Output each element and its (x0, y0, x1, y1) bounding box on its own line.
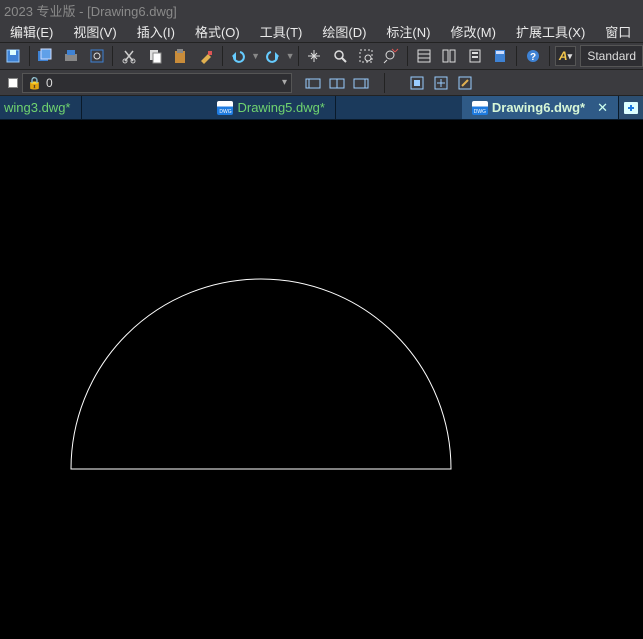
menu-extension[interactable]: 扩展工具(X) (506, 20, 595, 43)
menu-modify[interactable]: 修改(M) (440, 20, 506, 43)
style-name: Standard (587, 49, 636, 63)
layer-combo[interactable]: 🔒 0 (22, 73, 292, 93)
zoom-previous-icon[interactable] (379, 44, 403, 68)
menu-view[interactable]: 视图(V) (63, 20, 126, 43)
menu-format[interactable]: 格式(O) (185, 20, 250, 43)
cut-icon[interactable] (117, 44, 141, 68)
layer-name: 0 (46, 76, 53, 90)
separator (222, 46, 223, 66)
tab-drawing6[interactable]: Drawing6.dwg* ✕ (462, 96, 619, 119)
svg-text:?: ? (530, 52, 536, 63)
zoom-window-icon[interactable] (354, 44, 378, 68)
text-style-icon[interactable]: A▾ (555, 46, 577, 66)
redo-icon[interactable] (261, 44, 285, 68)
lock-icon: 🔒 (27, 76, 42, 90)
toolbar-main: ▼ ▼ ? A▾ Standard (0, 42, 643, 70)
tool-palette-icon[interactable] (463, 44, 487, 68)
block-insert-icon[interactable] (406, 73, 428, 93)
separator (516, 46, 517, 66)
paste-icon[interactable] (168, 44, 192, 68)
drawing-canvas[interactable] (0, 120, 643, 639)
new-tab-button[interactable] (619, 96, 643, 119)
tab-label: Drawing5.dwg* (237, 100, 324, 115)
pan-icon[interactable] (303, 44, 327, 68)
menu-window[interactable]: 窗口 (595, 20, 641, 43)
undo-dropdown-icon[interactable]: ▼ (251, 51, 260, 61)
block-create-icon[interactable] (430, 73, 452, 93)
title-bar: 2023 专业版 - [Drawing6.dwg] (0, 0, 643, 20)
layer-iso-icon[interactable] (351, 73, 373, 93)
toolbar-layer: 🔒 0 (0, 70, 643, 96)
menu-draw[interactable]: 绘图(D) (312, 20, 376, 43)
block-edit-icon[interactable] (454, 73, 476, 93)
layer-states-icon[interactable] (327, 73, 349, 93)
matchprop-icon[interactable] (194, 44, 218, 68)
save-icon[interactable] (1, 44, 25, 68)
preview-icon[interactable] (85, 44, 109, 68)
title-text: 2023 专业版 - [Drawing6.dwg] (4, 1, 177, 20)
menu-insert[interactable]: 插入(I) (127, 20, 185, 43)
document-tabs: wing3.dwg* Drawing5.dwg* Drawing6.dwg* ✕ (0, 96, 643, 120)
layer-prev-icon[interactable] (303, 73, 325, 93)
tab-gap (336, 96, 462, 119)
copy-icon[interactable] (143, 44, 167, 68)
menu-bar: 编辑(E) 视图(V) 插入(I) 格式(O) 工具(T) 绘图(D) 标注(N… (0, 20, 643, 42)
separator (384, 73, 385, 93)
menu-tools[interactable]: 工具(T) (250, 20, 313, 43)
tab-label: Drawing6.dwg* (492, 100, 585, 115)
plus-icon (623, 101, 639, 115)
dwg-file-icon (217, 101, 233, 115)
calculator-icon[interactable] (489, 44, 513, 68)
close-tab-icon[interactable]: ✕ (597, 100, 608, 116)
menu-dimension[interactable]: 标注(N) (376, 20, 440, 43)
drawing-content (0, 120, 643, 639)
text-style-combo[interactable]: Standard (580, 45, 643, 67)
print-icon[interactable] (59, 44, 83, 68)
menu-edit[interactable]: 编辑(E) (0, 20, 63, 43)
saveall-icon[interactable] (34, 44, 58, 68)
undo-icon[interactable] (227, 44, 251, 68)
separator (407, 46, 408, 66)
help-icon[interactable]: ? (521, 44, 545, 68)
tab-label: wing3.dwg* (4, 100, 71, 115)
tab-gap (82, 96, 208, 119)
separator (112, 46, 113, 66)
properties-icon[interactable] (412, 44, 436, 68)
separator (298, 46, 299, 66)
zoom-icon[interactable] (328, 44, 352, 68)
tab-drawing5[interactable]: Drawing5.dwg* (207, 96, 335, 119)
layer-color-swatch[interactable] (8, 78, 18, 88)
separator (549, 46, 550, 66)
separator (29, 46, 30, 66)
tab-drawing3[interactable]: wing3.dwg* (0, 96, 82, 119)
dwg-file-icon (472, 101, 488, 115)
design-center-icon[interactable] (437, 44, 461, 68)
redo-dropdown-icon[interactable]: ▼ (286, 51, 295, 61)
